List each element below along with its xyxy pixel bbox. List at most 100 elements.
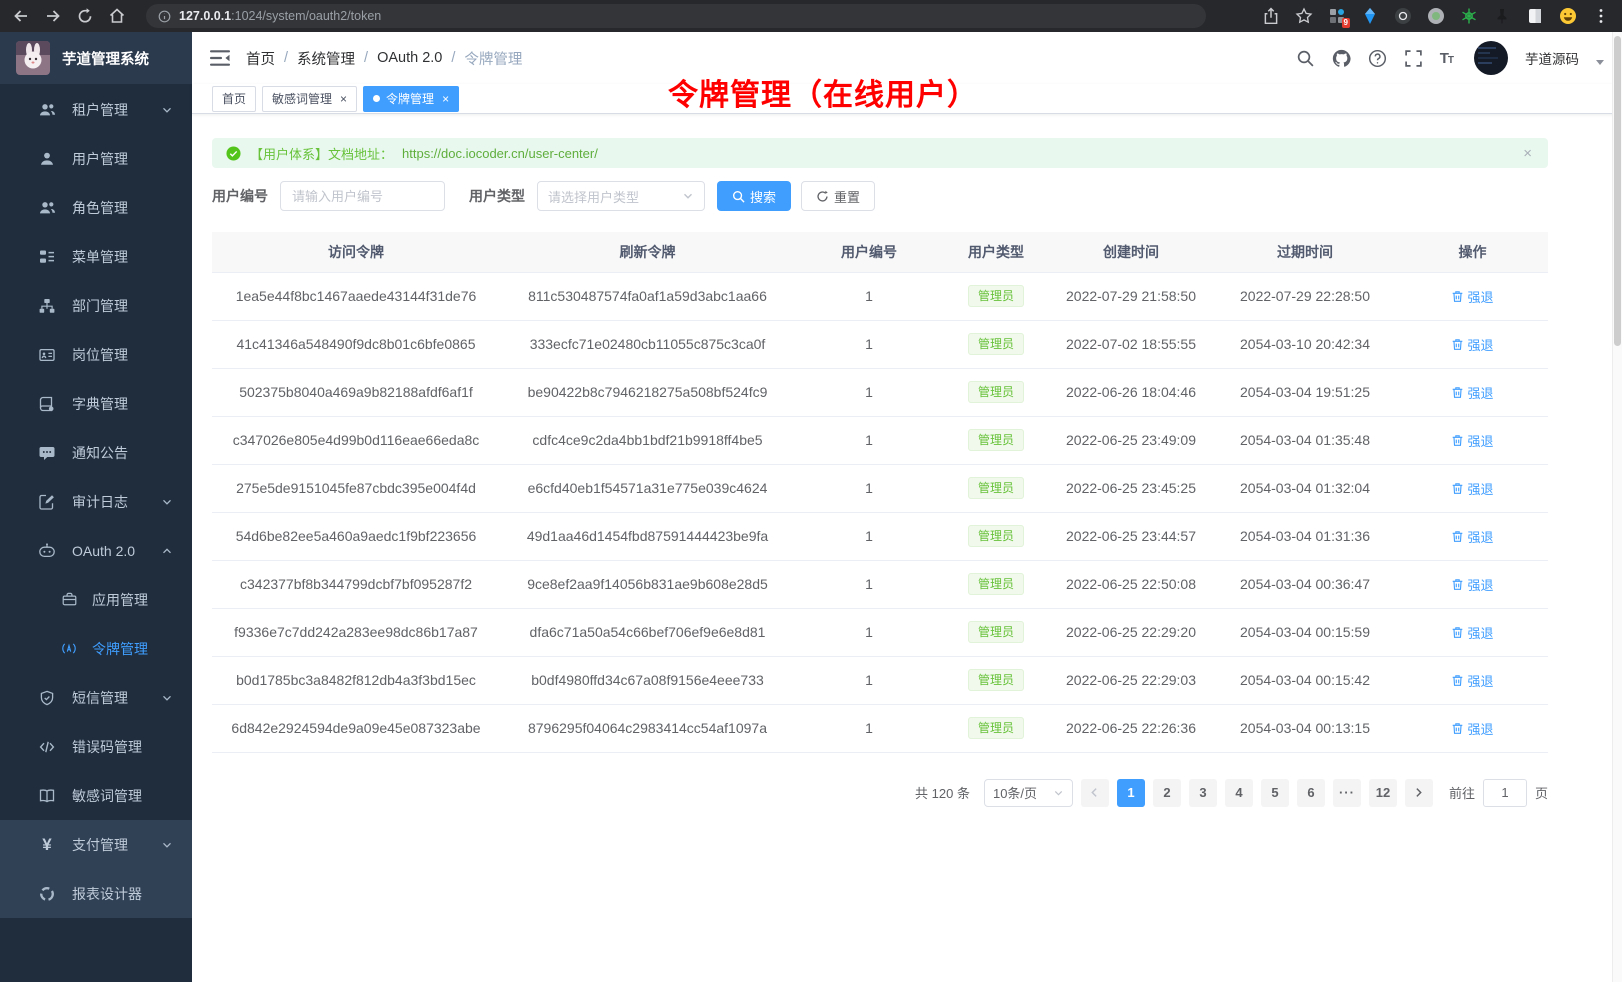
user-avatar[interactable] — [1474, 41, 1508, 75]
sidebar-item-tenant[interactable]: 租户管理 — [0, 85, 192, 134]
page-button-3[interactable]: 3 — [1189, 779, 1217, 807]
help-icon[interactable] — [1368, 49, 1387, 68]
alert-close-icon[interactable]: × — [1523, 145, 1532, 162]
logo-bar[interactable]: 芋道管理系统 — [0, 32, 192, 84]
page-button-6[interactable]: 6 — [1297, 779, 1325, 807]
force-logout-button[interactable]: 强退 — [1451, 479, 1493, 498]
sidebar-item-menu[interactable]: 菜单管理 — [0, 232, 192, 281]
sidebar-item-oauth2[interactable]: OAuth 2.0 — [0, 526, 192, 575]
pager-more-button[interactable]: ··· — [1333, 779, 1361, 807]
expire-time-cell: 2054-03-10 20:42:34 — [1213, 320, 1397, 368]
sidebar-item-audit-log[interactable]: 审计日志 — [0, 477, 192, 526]
tab-close-icon[interactable]: × — [442, 93, 449, 105]
breadcrumb-item[interactable]: 系统管理 — [297, 48, 355, 69]
extension-gem-icon[interactable] — [1361, 7, 1379, 25]
goto-page-input[interactable] — [1483, 779, 1527, 807]
force-logout-button[interactable]: 强退 — [1451, 431, 1493, 450]
extension-dark-icon[interactable] — [1394, 7, 1412, 25]
page-scrollbar[interactable] — [1612, 32, 1622, 982]
site-info-icon[interactable] — [158, 10, 171, 23]
user-type-badge: 管理员 — [968, 573, 1024, 595]
sidebar-item-label: 应用管理 — [92, 590, 148, 610]
bookmark-star-icon[interactable] — [1295, 7, 1313, 25]
user-type-badge: 管理员 — [968, 381, 1024, 403]
tab-敏感词管理[interactable]: 敏感词管理× — [262, 86, 357, 112]
reload-icon[interactable] — [76, 7, 94, 25]
sidebar-item-user[interactable]: 用户管理 — [0, 134, 192, 183]
home-icon[interactable] — [108, 7, 126, 25]
sidebar-item-report-designer[interactable]: 报表设计器 — [0, 869, 192, 918]
force-logout-button[interactable]: 强退 — [1451, 671, 1493, 690]
next-page-button[interactable] — [1405, 779, 1433, 807]
forward-icon[interactable] — [44, 7, 62, 25]
sidebar-item-dept[interactable]: 部门管理 — [0, 281, 192, 330]
sidebar-item-error-code[interactable]: 错误码管理 — [0, 722, 192, 771]
tab-首页[interactable]: 首页 — [212, 86, 256, 112]
fullscreen-icon[interactable] — [1404, 49, 1423, 68]
menu-fold-icon[interactable] — [210, 49, 230, 67]
github-icon[interactable] — [1332, 49, 1351, 68]
sidebar-item-label: 用户管理 — [72, 149, 128, 169]
force-logout-button[interactable]: 强退 — [1451, 383, 1493, 402]
page-button-5[interactable]: 5 — [1261, 779, 1289, 807]
filter-form: 用户编号 用户类型 请选择用户类型 搜索 重置 — [212, 180, 1548, 212]
breadcrumb-item[interactable]: 首页 — [246, 48, 275, 69]
extension-notify-icon[interactable]: 9 — [1328, 7, 1346, 25]
user-type-badge: 管理员 — [968, 477, 1024, 499]
user-dropdown-caret-icon[interactable] — [1596, 60, 1604, 65]
tab-令牌管理[interactable]: 令牌管理× — [363, 86, 459, 112]
page-button-4[interactable]: 4 — [1225, 779, 1253, 807]
force-logout-button[interactable]: 强退 — [1451, 575, 1493, 594]
breadcrumb-item[interactable]: OAuth 2.0 — [377, 50, 442, 66]
font-size-icon[interactable]: TT — [1440, 50, 1453, 67]
action-cell: 强退 — [1397, 464, 1548, 512]
sidebar-item-oauth2-token[interactable]: 令牌管理 — [0, 624, 192, 673]
reading-list-icon[interactable] — [1526, 7, 1544, 25]
breadcrumb-item: 令牌管理 — [464, 48, 522, 69]
force-logout-button[interactable]: 强退 — [1451, 623, 1493, 642]
force-logout-button[interactable]: 强退 — [1451, 527, 1493, 546]
page-button-12[interactable]: 12 — [1369, 779, 1397, 807]
force-logout-button[interactable]: 强退 — [1451, 287, 1493, 306]
force-logout-button[interactable]: 强退 — [1451, 719, 1493, 738]
sidebar-item-label: OAuth 2.0 — [72, 543, 135, 559]
sidebar-item-role[interactable]: 角色管理 — [0, 183, 192, 232]
username[interactable]: 芋道源码 — [1525, 48, 1579, 68]
tab-close-icon[interactable]: × — [340, 93, 347, 105]
url-text: 127.0.0.1:1024/system/oauth2/token — [179, 7, 381, 25]
back-icon[interactable] — [12, 7, 30, 25]
page-button-1[interactable]: 1 — [1117, 779, 1145, 807]
page-button-2[interactable]: 2 — [1153, 779, 1181, 807]
scrollbar-thumb[interactable] — [1614, 36, 1621, 346]
sidebar-item-sensitive-word[interactable]: 敏感词管理 — [0, 771, 192, 820]
sidebar-item-oauth2-app[interactable]: 应用管理 — [0, 575, 192, 624]
profile-emoji-icon[interactable] — [1559, 7, 1577, 25]
sidebar-item-label: 岗位管理 — [72, 345, 128, 365]
kebab-menu-icon[interactable] — [1592, 7, 1610, 25]
search-icon[interactable] — [1296, 49, 1315, 68]
user-type-cell: 管理员 — [943, 704, 1049, 752]
sidebar-item-post[interactable]: 岗位管理 — [0, 330, 192, 379]
sidebar-item-dict[interactable]: 字典管理 — [0, 379, 192, 428]
sidebar-item-sms[interactable]: 短信管理 — [0, 673, 192, 722]
force-logout-button[interactable]: 强退 — [1451, 335, 1493, 354]
address-bar[interactable]: 127.0.0.1:1024/system/oauth2/token — [146, 4, 1206, 28]
sidebar-item-label: 菜单管理 — [72, 247, 128, 267]
sidebar-item-notice[interactable]: 通知公告 — [0, 428, 192, 477]
search-button[interactable]: 搜索 — [717, 181, 791, 211]
extension-star-icon[interactable] — [1460, 7, 1478, 25]
extension-pin-icon[interactable] — [1493, 7, 1511, 25]
share-icon[interactable] — [1262, 7, 1280, 25]
action-cell: 强退 — [1397, 512, 1548, 560]
sidebar-item-pay[interactable]: ¥支付管理 — [0, 820, 192, 869]
prev-page-button[interactable] — [1081, 779, 1109, 807]
refresh-token-cell: 49d1aa46d1454fbd87591444423be9fa — [500, 512, 795, 560]
reset-button[interactable]: 重置 — [801, 181, 875, 211]
page-size-select[interactable]: 10条/页 — [984, 779, 1073, 807]
user-type-select[interactable]: 请选择用户类型 — [537, 181, 705, 211]
alert-link[interactable]: https://doc.iocoder.cn/user-center/ — [402, 146, 598, 161]
token-table: 访问令牌刷新令牌用户编号用户类型创建时间过期时间操作1ea5e44f8bc146… — [212, 232, 1548, 753]
force-logout-label: 强退 — [1467, 335, 1493, 354]
extension-record-icon[interactable] — [1427, 7, 1445, 25]
user-id-input[interactable] — [280, 181, 445, 211]
